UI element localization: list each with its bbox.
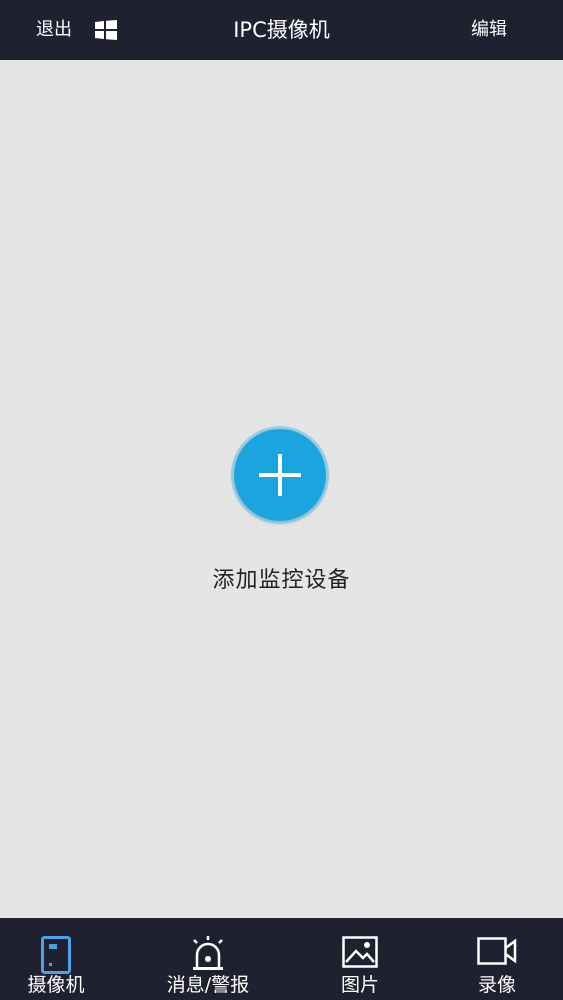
edit-button[interactable]: 编辑 bbox=[471, 18, 507, 42]
tab-camera[interactable]: 摄像机 bbox=[0, 918, 116, 1000]
alarm-icon bbox=[189, 936, 227, 976]
grid-view-icon[interactable] bbox=[95, 20, 117, 40]
video-icon bbox=[477, 936, 517, 970]
exit-button[interactable]: 退出 bbox=[36, 18, 72, 42]
picture-icon bbox=[342, 936, 378, 972]
tab-messages-alarm[interactable]: 消息/警报 bbox=[148, 918, 268, 1000]
tab-messages-alarm-label: 消息/警报 bbox=[166, 974, 250, 996]
tab-recordings[interactable]: 录像 bbox=[437, 918, 557, 1000]
add-device-button[interactable] bbox=[234, 429, 326, 521]
bottom-tab-bar: 摄像机 消息/警报 图片 录像 bbox=[0, 918, 563, 1000]
plus-icon bbox=[259, 454, 301, 496]
add-device-label: 添加监控设备 bbox=[212, 568, 351, 593]
top-navigation-bar: 退出 IPC摄像机 编辑 bbox=[0, 0, 563, 60]
app-screen: 退出 IPC摄像机 编辑 添加监控设备 摄像机 消息/警报 图片 录像 bbox=[0, 0, 563, 1000]
tab-pictures-label: 图片 bbox=[340, 974, 379, 996]
tab-pictures[interactable]: 图片 bbox=[300, 918, 420, 1000]
tab-recordings-label: 录像 bbox=[477, 974, 516, 996]
tab-camera-label: 摄像机 bbox=[27, 974, 85, 996]
